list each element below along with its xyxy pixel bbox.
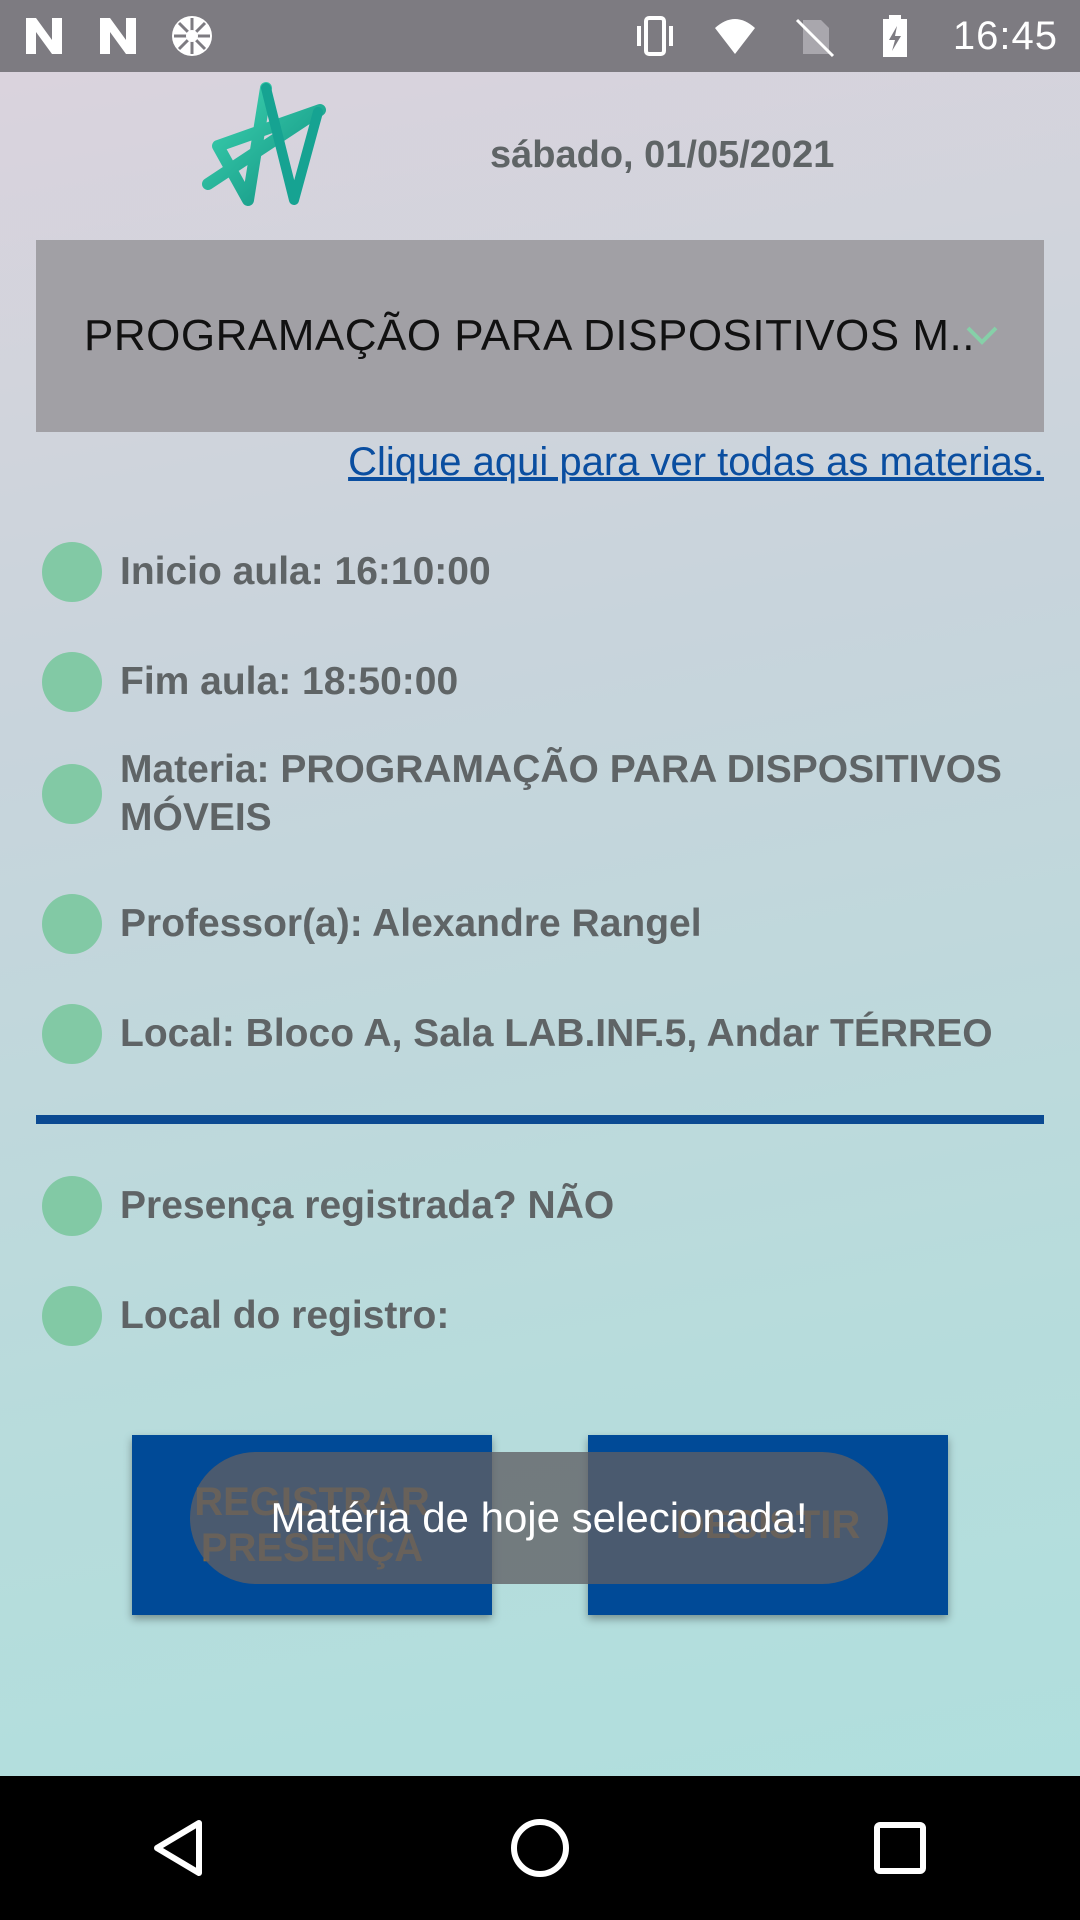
no-sim-icon xyxy=(793,14,837,58)
chevron-down-icon xyxy=(964,320,1000,350)
wifi-icon xyxy=(713,14,757,58)
status-dot xyxy=(42,894,102,954)
back-icon[interactable] xyxy=(135,1803,225,1893)
info-row-end-time: Fim aula: 18:50:00 xyxy=(42,652,1070,712)
status-dot xyxy=(42,1176,102,1236)
section-divider xyxy=(36,1115,1044,1124)
n-notification-icon xyxy=(96,14,140,58)
n-notification-icon xyxy=(22,14,66,58)
toast-message: Matéria de hoje selecionada! xyxy=(270,1494,808,1541)
battery-charging-icon xyxy=(873,14,917,58)
recents-icon[interactable] xyxy=(855,1803,945,1893)
info-row-attendance: Presença registrada? NÃO xyxy=(42,1176,1070,1236)
info-subject: Materia: PROGRAMAÇÃO PARA DISPOSITIVOS M… xyxy=(120,748,1002,839)
status-bar: 16:45 xyxy=(0,0,1080,72)
info-attendance: Presença registrada? NÃO xyxy=(120,1184,615,1227)
status-dot xyxy=(42,1286,102,1346)
info-professor: Professor(a): Alexandre Rangel xyxy=(120,902,702,945)
info-end-time: Fim aula: 18:50:00 xyxy=(120,660,459,703)
subject-spinner[interactable]: PROGRAMAÇÃO PARA DISPOSITIVOS M.. xyxy=(36,240,1044,432)
navigation-bar xyxy=(0,1776,1080,1920)
current-date: sábado, 01/05/2021 xyxy=(490,134,835,176)
status-dot xyxy=(42,1004,102,1064)
spinner-selected-subject: PROGRAMAÇÃO PARA DISPOSITIVOS M.. xyxy=(84,311,974,360)
info-row-location: Local: Bloco A, Sala LAB.INF.5, Andar TÉ… xyxy=(42,1004,1070,1064)
status-dot xyxy=(42,764,102,824)
status-time: 16:45 xyxy=(952,13,1058,58)
info-location: Local: Bloco A, Sala LAB.INF.5, Andar TÉ… xyxy=(120,1012,993,1055)
info-row-professor: Professor(a): Alexandre Rangel xyxy=(42,894,1070,954)
info-start-time: Inicio aula: 16:10:00 xyxy=(120,550,491,593)
network-hub-icon xyxy=(170,14,214,58)
info-row-register-location: Local do registro: xyxy=(42,1286,1070,1346)
info-row-start-time: Inicio aula: 16:10:00 xyxy=(42,542,1070,602)
info-register-location: Local do registro: xyxy=(120,1294,450,1337)
app-logo-star-icon xyxy=(198,82,328,210)
info-row-subject: Materia: PROGRAMAÇÃO PARA DISPOSITIVOS M… xyxy=(42,746,1070,842)
home-icon[interactable] xyxy=(495,1803,585,1893)
toast: Matéria de hoje selecionada! xyxy=(190,1452,888,1584)
status-dot xyxy=(42,542,102,602)
all-subjects-link[interactable]: Clique aqui para ver todas as materias. xyxy=(348,440,1044,485)
vibrate-icon xyxy=(633,14,677,58)
status-dot xyxy=(42,652,102,712)
